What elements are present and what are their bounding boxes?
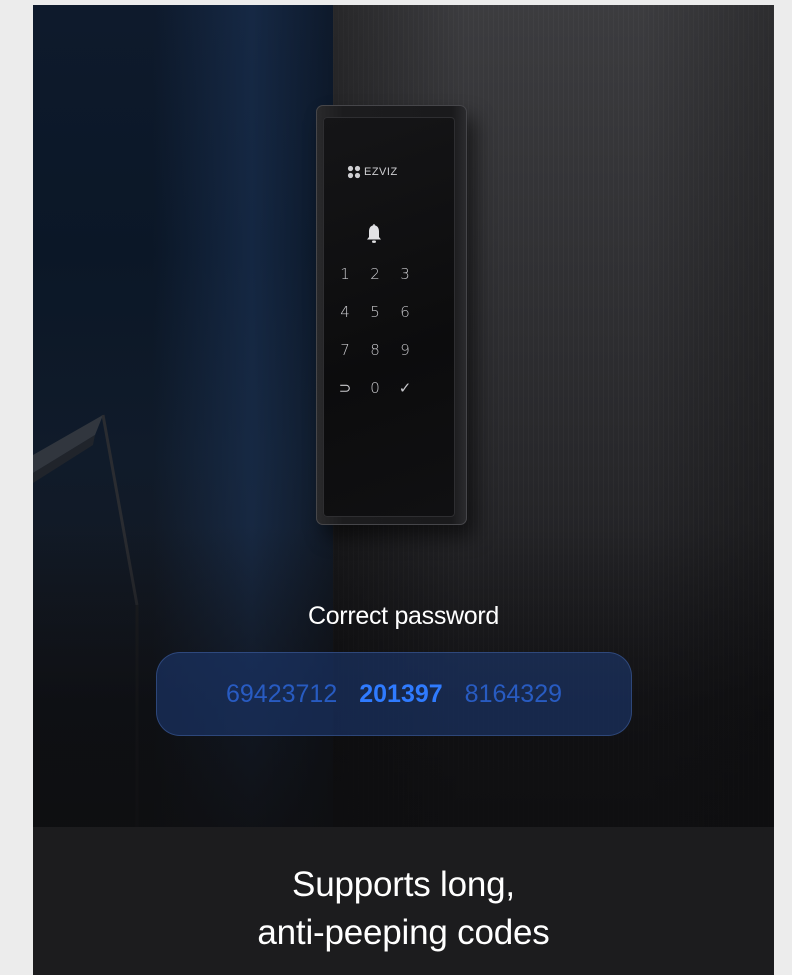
key-7[interactable]: 7 [330,331,360,369]
password-code-pill: 69423712 201397 8164329 [156,652,632,736]
brand-name: EZVIZ [364,166,398,178]
caption-line-2: anti-peeping codes [257,913,550,952]
key-5[interactable]: 5 [360,293,390,331]
noise-digits-after: 8164329 [464,679,562,708]
key-2[interactable]: 2 [360,255,390,293]
key-9[interactable]: 9 [390,331,420,369]
promo-card: EZVIZ 1 2 3 4 5 6 7 8 9 ⊃ 0 ✓ Correct pa… [33,5,774,975]
key-0[interactable]: 0 [360,369,390,407]
doorbell-icon [367,224,381,243]
keypad-grid: 1 2 3 4 5 6 7 8 9 ⊃ 0 ✓ [330,255,420,407]
key-confirm[interactable]: ✓ [390,369,420,407]
correct-password-label: Correct password [307,602,500,630]
actual-password-code: 201397 [359,679,443,708]
key-back[interactable]: ⊃ [330,369,360,407]
key-4[interactable]: 4 [330,293,360,331]
key-3[interactable]: 3 [390,255,420,293]
brand-logo: EZVIZ [347,162,417,182]
ezviz-logo-icon [347,165,361,179]
key-6[interactable]: 6 [390,293,420,331]
key-8[interactable]: 8 [360,331,390,369]
key-1[interactable]: 1 [330,255,360,293]
noise-digits-before: 69423712 [226,679,338,708]
caption-line-1: Supports long, [292,865,515,904]
